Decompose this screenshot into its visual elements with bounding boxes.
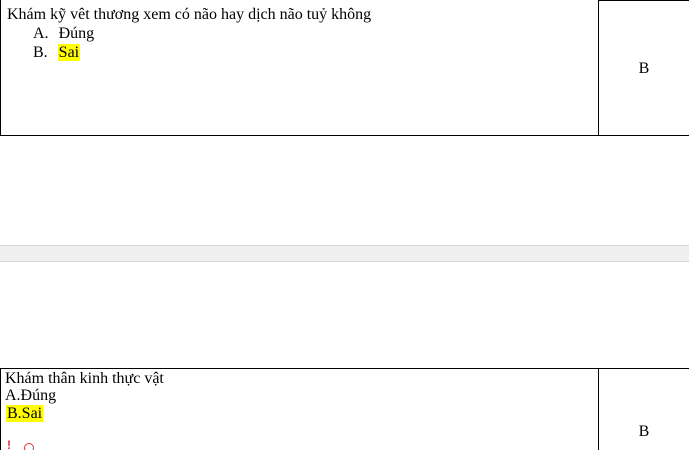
option-b-text-highlighted: Sai bbox=[57, 44, 81, 61]
document-page: Khám kỹ vêt thương xem có não hay dịch n… bbox=[0, 0, 689, 450]
table2-left-border bbox=[0, 368, 1, 450]
question1-option-a[interactable]: A. Đúng bbox=[33, 24, 94, 43]
table1-bottom-border bbox=[0, 135, 689, 136]
circle-mark-icon bbox=[24, 443, 34, 450]
page-break-separator bbox=[0, 245, 689, 262]
question1-text[interactable]: Khám kỹ vêt thương xem có não hay dịch n… bbox=[7, 5, 371, 24]
table1-left-border bbox=[0, 0, 1, 135]
option-b-highlighted: B.Sai bbox=[6, 405, 44, 422]
table1-top-border bbox=[598, 0, 689, 1]
option-a-text: Đúng bbox=[58, 25, 95, 42]
option-a-letter: A. bbox=[33, 25, 49, 42]
question1-answer-cell[interactable]: B bbox=[599, 60, 689, 78]
question2-option-b[interactable]: B.Sai bbox=[6, 404, 44, 423]
alert-mark-icon: ! bbox=[7, 438, 11, 450]
question2-answer-cell[interactable]: B bbox=[599, 423, 689, 441]
option-b-letter: B. bbox=[33, 44, 48, 61]
question1-option-b[interactable]: B. Sai bbox=[33, 43, 81, 62]
question2-option-a[interactable]: A.Đúng bbox=[5, 386, 56, 405]
